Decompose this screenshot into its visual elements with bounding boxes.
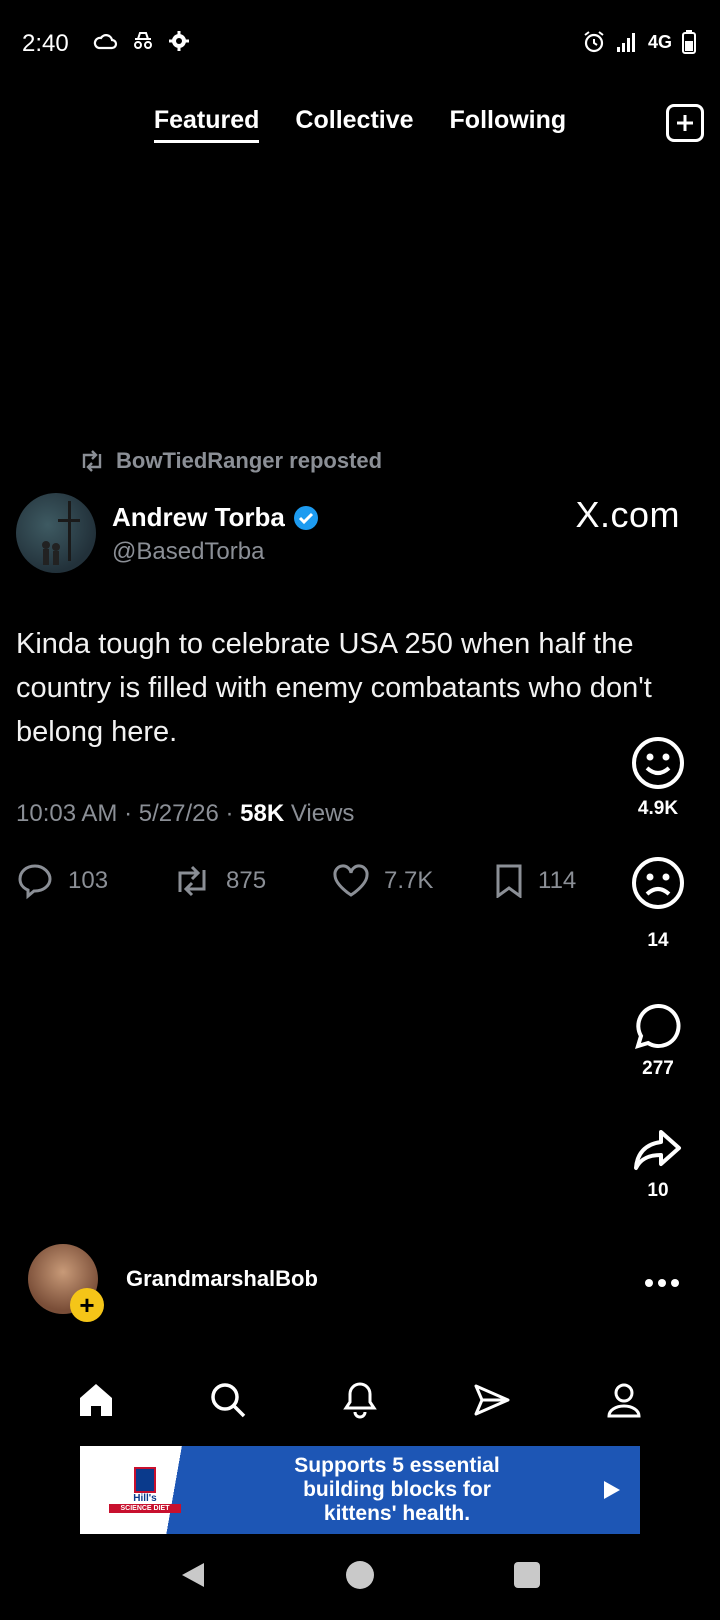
reaction-happy[interactable]: 4.9K — [618, 736, 698, 820]
repost-action[interactable]: 875 — [172, 865, 332, 897]
ad-line-1: Supports 5 essential — [294, 1454, 500, 1477]
author-name[interactable]: Andrew Torba — [112, 502, 285, 533]
verified-badge-icon — [293, 505, 318, 530]
heart-icon — [333, 864, 369, 897]
nav-messages[interactable] — [462, 1370, 522, 1430]
happy-count: 4.9K — [637, 798, 679, 819]
send-icon — [474, 1384, 510, 1416]
reply-count: 103 — [68, 867, 109, 894]
comment-bubble-icon — [635, 1003, 681, 1049]
bookmark-icon — [496, 864, 522, 898]
system-nav — [0, 1560, 720, 1590]
tab-featured[interactable]: Featured — [153, 106, 259, 143]
play-arrow-icon — [604, 1481, 620, 1499]
happy-face-icon — [632, 737, 684, 789]
comments-button[interactable]: 277 — [618, 1002, 698, 1080]
sad-face-icon — [632, 857, 684, 909]
author-name-row: Andrew Torba — [112, 502, 319, 533]
incognito-icon — [134, 32, 152, 49]
more-options-button[interactable] — [644, 1262, 680, 1296]
reply-action[interactable]: 103 — [16, 862, 172, 900]
shares-count: 10 — [647, 1180, 669, 1201]
ad-brand-sub: SCIENCE DIET — [109, 1504, 181, 1513]
status-icons-right: 4G — [582, 30, 696, 54]
creator-name[interactable]: GrandmarshalBob — [126, 1266, 318, 1292]
home-icon — [80, 1384, 112, 1416]
avatar-image — [42, 501, 80, 565]
tweet-meta: 10:03 AM · 5/27/26 · 58K Views — [16, 800, 355, 827]
search-icon — [211, 1383, 246, 1418]
settings-gear-icon — [169, 31, 189, 51]
ad-arrow[interactable] — [584, 1479, 640, 1501]
repost-indicator: BowTiedRanger reposted — [78, 448, 382, 474]
reaction-sad[interactable]: 14 — [618, 856, 698, 952]
repost-icon — [82, 450, 102, 472]
author-avatar[interactable] — [16, 493, 96, 573]
home-circle-icon[interactable] — [345, 1560, 375, 1590]
like-count: 7.7K — [384, 867, 434, 894]
profile-icon — [607, 1383, 641, 1418]
alarm-icon — [584, 31, 604, 53]
views-count: 58K — [240, 800, 285, 827]
nav-search[interactable] — [198, 1370, 258, 1430]
ad-brand-logo: Hill's SCIENCE DIET — [80, 1446, 210, 1534]
ad-headline: Supports 5 essential building blocks for… — [210, 1454, 584, 1526]
author-handle: @BasedTorba — [112, 538, 265, 565]
battery-icon — [682, 30, 696, 54]
bookmark-count: 114 — [538, 867, 577, 894]
tweet-actions: 103 875 7.7K 114 — [16, 862, 576, 900]
tweet-date: 5/27/26 — [138, 800, 219, 827]
bottom-nav — [0, 1370, 720, 1430]
ad-line-2: building blocks for — [303, 1478, 491, 1501]
signal-icon — [616, 33, 635, 52]
repost-text: BowTiedRanger reposted — [116, 448, 383, 473]
network-type: 4G — [647, 31, 672, 52]
reply-icon — [18, 864, 52, 900]
follow-button[interactable]: + — [70, 1288, 104, 1322]
share-button[interactable]: 10 — [618, 1128, 698, 1202]
bookmark-action[interactable]: 114 — [494, 864, 576, 898]
cloud-icon — [93, 34, 118, 50]
tab-collective[interactable]: Collective — [295, 106, 413, 141]
ad-brand-name: Hill's — [133, 1493, 157, 1504]
like-action[interactable]: 7.7K — [332, 864, 494, 898]
views-label: Views — [290, 800, 355, 827]
more-dots-icon — [645, 1279, 679, 1287]
tab-following[interactable]: Following — [450, 106, 567, 141]
recents-square-icon[interactable] — [512, 1560, 542, 1590]
share-arrow-icon — [634, 1130, 681, 1170]
comments-count: 277 — [642, 1058, 674, 1079]
plus-icon — [677, 115, 693, 131]
ad-line-3: kittens' health. — [323, 1502, 471, 1525]
ad-banner[interactable]: Hill's SCIENCE DIET Supports 5 essential… — [80, 1446, 640, 1534]
status-time: 2:40 — [22, 30, 69, 57]
nav-profile[interactable] — [594, 1370, 654, 1430]
repost-icon — [178, 865, 206, 897]
repost-count: 875 — [226, 867, 267, 894]
back-icon[interactable] — [178, 1560, 208, 1590]
sad-count: 14 — [647, 930, 669, 951]
tweet-text: Kinda tough to celebrate USA 250 when ha… — [16, 628, 652, 748]
source-label: X.com — [575, 494, 680, 535]
nav-notifications[interactable] — [330, 1370, 390, 1430]
feed-tabs: Featured Collective Following — [0, 106, 720, 143]
status-icons-left — [92, 30, 190, 52]
nav-home[interactable] — [66, 1370, 126, 1430]
bell-icon — [343, 1382, 377, 1419]
tweet-time: 10:03 AM — [16, 800, 118, 827]
create-post-button[interactable] — [666, 104, 704, 142]
